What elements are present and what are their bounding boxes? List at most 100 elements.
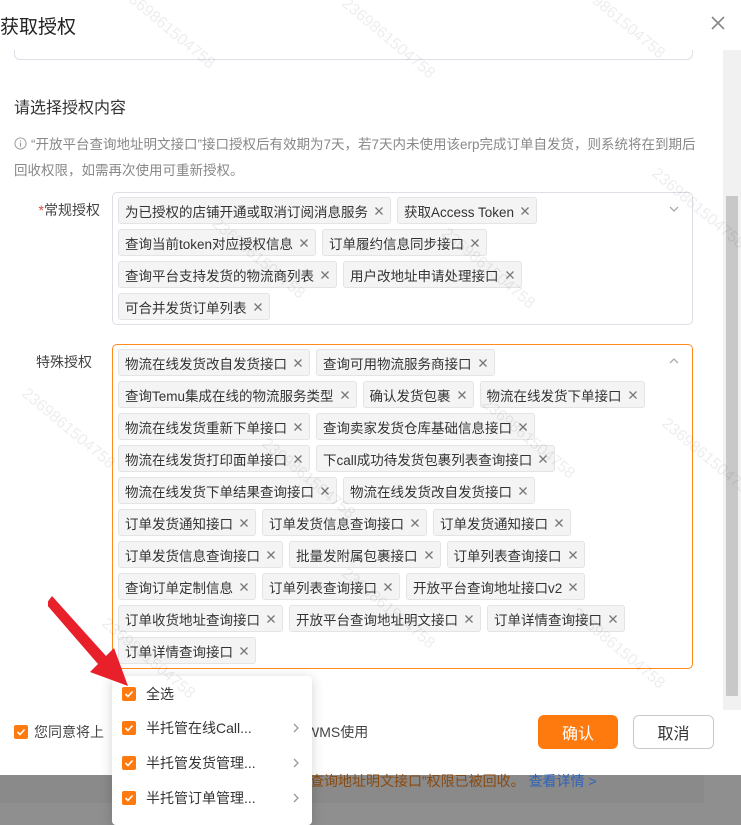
tag-remove-icon[interactable]: [320, 270, 330, 280]
selected-tag: 订单详情查询接口: [118, 637, 256, 664]
selected-tag: 下call成功待发货包裹列表查询接口: [316, 445, 556, 472]
tag-remove-icon[interactable]: [457, 390, 467, 400]
tag-label: 物流在线发货下单结果查询接口: [125, 484, 314, 500]
tag-label: 可合并发货订单列表: [125, 300, 247, 316]
dropdown-group-item[interactable]: 半托管在线Call...: [112, 710, 312, 746]
tag-label: 为已授权的店铺开通或取消订阅消息服务: [125, 204, 368, 220]
selected-tag: 开放平台查询地址接口v2: [406, 573, 586, 600]
tag-remove-icon[interactable]: [568, 550, 578, 560]
tag-remove-icon[interactable]: [293, 358, 303, 368]
tag-label: 订单发货通知接口: [125, 516, 233, 532]
special-auth-select[interactable]: 物流在线发货改自发货接口 查询可用物流服务商接口 查询Temu集成在线的物流服务类型…: [112, 344, 693, 669]
tag-label: 开放平台查询地址明文接口: [296, 612, 458, 628]
selected-tag: 用户改地址申请处理接口: [343, 261, 522, 288]
selected-tag: 订单收货地址查询接口: [118, 605, 283, 632]
tag-remove-icon[interactable]: [340, 390, 350, 400]
dropdown-select-all[interactable]: 全选: [112, 676, 312, 712]
tag-label: 订单列表查询接口: [453, 548, 562, 564]
tag-remove-icon[interactable]: [253, 302, 263, 312]
tag-remove-icon[interactable]: [239, 518, 249, 528]
tag-remove-icon[interactable]: [299, 238, 309, 248]
checkbox-checked-icon[interactable]: [122, 791, 136, 805]
dropdown-item-label: 全选: [146, 686, 174, 702]
special-auth-tags: 物流在线发货改自发货接口 查询可用物流服务商接口 查询Temu集成在线的物流服务类型…: [118, 349, 662, 664]
tag-remove-icon[interactable]: [410, 518, 420, 528]
tag-remove-icon[interactable]: [266, 614, 276, 624]
tag-remove-icon[interactable]: [518, 422, 528, 432]
tag-remove-icon[interactable]: [470, 238, 480, 248]
agree-checkbox[interactable]: [14, 725, 28, 739]
tag-remove-icon[interactable]: [239, 646, 249, 656]
tag-remove-icon[interactable]: [383, 582, 393, 592]
agree-text-prefix: 您同意将上: [34, 724, 104, 740]
tag-remove-icon[interactable]: [266, 550, 276, 560]
red-pointer-arrow-icon: [48, 596, 128, 686]
chevron-up-icon[interactable]: [668, 355, 680, 367]
regular-auth-tags: 为已授权的店铺开通或取消订阅消息服务 获取Access Token 查询当前toke…: [118, 197, 662, 320]
tag-label: 物流在线发货重新下单接口: [125, 420, 287, 436]
tag-remove-icon[interactable]: [538, 454, 548, 464]
selected-tag: 获取Access Token: [397, 197, 538, 224]
selected-tag: 订单履约信息同步接口: [322, 229, 488, 256]
tag-remove-icon[interactable]: [293, 422, 303, 432]
selected-tag: 订单列表查询接口: [262, 573, 400, 600]
chevron-right-icon[interactable]: [292, 757, 300, 769]
tag-remove-icon[interactable]: [608, 614, 618, 624]
dropdown-group-item[interactable]: 半托管发货管理...: [112, 745, 312, 781]
notice-content: “开放平台查询地址明文接口”接口授权后有效期为7天，若7天内未使用该erp完成订…: [14, 137, 696, 178]
checkbox-checked-icon[interactable]: [122, 756, 136, 770]
tag-label: 物流在线发货打印面单接口: [125, 452, 287, 468]
tag-remove-icon[interactable]: [628, 390, 638, 400]
selected-tag: 物流在线发货打印面单接口: [118, 445, 310, 472]
dialog-title: 获取授权: [0, 17, 77, 38]
background-notice-text: 查询地址明文接口”权限已被回收。: [310, 773, 525, 789]
selected-tag: 查询Temu集成在线的物流服务类型: [118, 381, 357, 408]
selected-tag: 订单发货通知接口: [118, 509, 256, 536]
selected-tag: 订单详情查询接口: [487, 605, 625, 632]
tag-remove-icon[interactable]: [293, 454, 303, 464]
selected-tag: 物流在线发货改自发货接口: [343, 477, 535, 504]
tag-label: 订单详情查询接口: [125, 644, 233, 660]
view-details-link[interactable]: 查看详情 >: [529, 773, 597, 789]
tag-label: 查询Temu集成在线的物流服务类型: [125, 388, 334, 404]
close-icon[interactable]: [709, 14, 727, 32]
selected-tag: 物流在线发货改自发货接口: [118, 349, 310, 376]
selected-tag: 订单发货信息查询接口: [262, 509, 427, 536]
tag-label: 用户改地址申请处理接口: [350, 268, 499, 284]
selected-tag: 物流在线发货重新下单接口: [118, 413, 310, 440]
tag-remove-icon[interactable]: [320, 486, 330, 496]
selected-tag: 批量发附属包裹接口: [289, 541, 441, 568]
cancel-button[interactable]: 取消: [633, 715, 714, 749]
tag-remove-icon[interactable]: [424, 550, 434, 560]
chevron-down-icon[interactable]: [668, 203, 680, 215]
tag-remove-icon[interactable]: [505, 270, 515, 280]
select-dropdown-menu: 全选半托管在线Call... 半托管发货管理... 半托管订单管理...: [112, 676, 312, 825]
tag-label: 订单发货信息查询接口: [269, 516, 404, 532]
regular-auth-select[interactable]: 为已授权的店铺开通或取消订阅消息服务 获取Access Token 查询当前toke…: [112, 192, 693, 325]
tag-remove-icon[interactable]: [374, 206, 384, 216]
tag-label: 订单发货通知接口: [440, 516, 548, 532]
checkbox-checked-icon[interactable]: [122, 721, 136, 735]
tag-remove-icon[interactable]: [464, 614, 474, 624]
tag-remove-icon[interactable]: [520, 206, 530, 216]
regular-auth-label: *常规授权: [0, 200, 100, 220]
tag-label: 查询当前token对应授权信息: [125, 236, 294, 252]
tag-label: 物流在线发货改自发货接口: [350, 484, 512, 500]
dropdown-group-item[interactable]: 半托管订单管理...: [112, 780, 312, 816]
tag-remove-icon[interactable]: [239, 582, 249, 592]
selected-tag: 订单发货通知接口: [433, 509, 571, 536]
chevron-right-icon[interactable]: [292, 792, 300, 804]
tag-remove-icon[interactable]: [478, 358, 488, 368]
chevron-right-icon[interactable]: [292, 722, 300, 734]
tag-label: 查询订单定制信息: [125, 580, 233, 596]
selected-tag: 查询可用物流服务商接口: [316, 349, 495, 376]
tag-label: 开放平台查询地址接口v2: [413, 580, 563, 596]
tag-remove-icon[interactable]: [518, 486, 528, 496]
tag-remove-icon[interactable]: [568, 582, 578, 592]
scrollbar-thumb[interactable]: [726, 196, 738, 696]
tag-label: 订单履约信息同步接口: [329, 236, 465, 252]
confirm-button[interactable]: 确认: [538, 715, 618, 749]
selected-tag: 查询当前token对应授权信息: [118, 229, 317, 256]
tag-remove-icon[interactable]: [554, 518, 564, 528]
section-title: 请选择授权内容: [14, 100, 127, 117]
